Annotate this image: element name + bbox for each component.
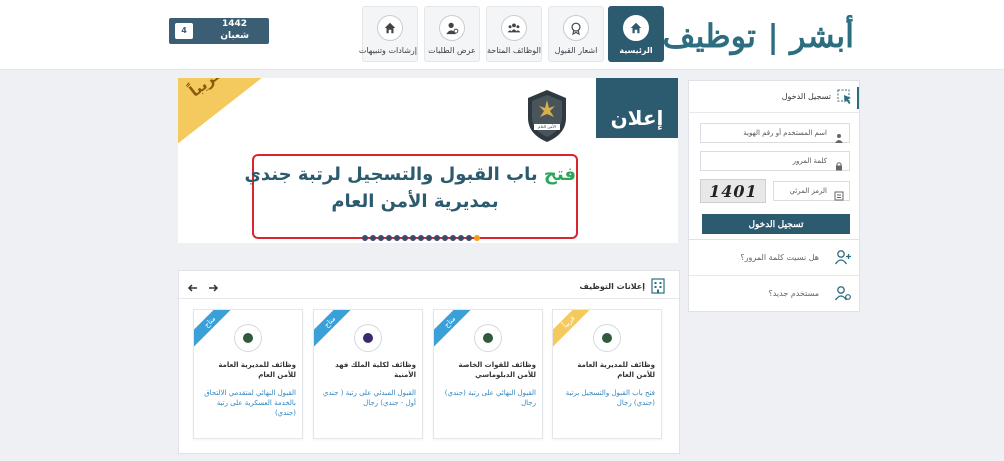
banner-headline-box: فتح باب القبول والتسجيل لرتبة جندي بمدير…: [244, 154, 578, 239]
slide-dot[interactable]: [442, 235, 448, 241]
login-panel: تسجيل الدخول اسم المستخدم أو رقم الهوية …: [687, 80, 860, 240]
slide-dot[interactable]: [450, 235, 456, 241]
slide-dot[interactable]: [426, 235, 432, 241]
job-card-title: وظائف للقوات الخاصة للأمن الدبلوماسي: [458, 361, 536, 379]
lock-icon: [834, 156, 844, 171]
slide-dot[interactable]: [418, 235, 424, 241]
slide-dot[interactable]: [362, 235, 368, 241]
job-card[interactable]: متاح وظائف للمديرية العامة للأمن العام ا…: [193, 309, 303, 439]
nav-guidelines-alerts[interactable]: إرشادات وتنبيهات: [358, 6, 418, 62]
nav-label: عرض الطلبات: [428, 46, 476, 55]
absher-tawzif-logo[interactable]: أبشر | توظيف: [662, 12, 856, 60]
status-badge: متاح: [314, 310, 357, 349]
emblem-caption: الأمن العام: [538, 124, 556, 129]
captcha-image: 1401: [700, 179, 766, 203]
nav-view-applications[interactable]: عرض الطلبات: [424, 6, 480, 62]
building-icon: [651, 278, 665, 294]
hijri-date-box: 4 1442 شعبان: [169, 18, 269, 44]
login-title: تسجيل الدخول: [781, 92, 831, 101]
slide-dot[interactable]: [378, 235, 384, 241]
nav-label: الوظائف المتاحة: [486, 46, 541, 55]
job-card-title: وظائف للمديرية العامة للأمن العام: [218, 361, 296, 379]
date-year: 1442: [221, 19, 247, 29]
forgot-password-text: هل نسيت كلمة المرور؟: [740, 253, 819, 262]
agency-logo: [474, 324, 502, 352]
nav-acceptance-notice[interactable]: اشعار القبول: [548, 6, 604, 62]
date-month: شعبان: [220, 31, 249, 41]
home-icon: [623, 15, 649, 41]
job-card[interactable]: متاح وظائف للقوات الخاصة للأمن الدبلوماس…: [433, 309, 543, 439]
job-announcements-title: إعلانات التوظيف: [579, 282, 645, 291]
job-card-title: وظائف لكلية الملك فهد الأمنية: [335, 361, 416, 379]
status-badge: قريباً: [553, 310, 596, 349]
agency-logo: [354, 324, 382, 352]
nav-label: إرشادات وتنبيهات: [358, 46, 417, 55]
ribbon-text: قريباً: [186, 78, 226, 101]
slide-dot[interactable]: [402, 235, 408, 241]
slide-dot[interactable]: [434, 235, 440, 241]
arrow-right-icon[interactable]: [207, 279, 219, 292]
coming-soon-ribbon: قريباً: [178, 78, 310, 145]
slide-dot[interactable]: [394, 235, 400, 241]
captcha-placeholder: الرمز المرئي: [789, 187, 827, 195]
slide-indicator: [362, 235, 482, 241]
job-card-description: فتح باب القبول والتسجيل برتبة (جندي) رجا…: [565, 389, 655, 407]
headline-highlight: فتح: [543, 164, 576, 185]
password-field[interactable]: كلمة المرور: [700, 151, 850, 171]
job-card[interactable]: متاح وظائف لكلية الملك فهد الأمنية القبو…: [313, 309, 423, 439]
new-user-text: مستخدم جديد؟: [768, 289, 819, 298]
status-badge: متاح: [434, 310, 477, 349]
slide-dot[interactable]: [386, 235, 392, 241]
job-card-title: وظائف للمديرية العامة للأمن العام: [577, 361, 655, 379]
nav-label: اشعار القبول: [554, 46, 598, 55]
people-icon: [501, 15, 527, 41]
agency-logo: [234, 324, 262, 352]
login-button[interactable]: تسجيل الدخول: [702, 214, 850, 234]
job-card-description: القبول المبدئي على رتبة ( جندي أول - جند…: [322, 389, 416, 407]
date-day: 4: [175, 23, 193, 39]
password-placeholder: كلمة المرور: [792, 157, 827, 165]
agency-logo: [593, 324, 621, 352]
nav-home[interactable]: الرئيسية: [608, 6, 664, 62]
new-user-link[interactable]: مستخدم جديد؟: [689, 276, 859, 312]
headline-line-2: بمديرية الأمن العام: [331, 191, 499, 212]
announcement-badge-text: إعلان: [610, 106, 664, 130]
user-icon: [834, 128, 844, 143]
user-gear-icon: [439, 15, 465, 41]
announcement-banner[interactable]: قريباً إعلان الأمن العام فتح باب القبول …: [178, 78, 678, 243]
captcha-text: 1401: [706, 182, 760, 201]
slide-dot[interactable]: [474, 235, 480, 241]
headline-line-1: فتح باب القبول والتسجيل لرتبة جندي: [244, 164, 576, 185]
slide-dot[interactable]: [458, 235, 464, 241]
job-announcements-header: إعلانات التوظيف: [179, 271, 679, 299]
job-announcements-panel: إعلانات التوظيف قريباً وظائف للمديرية ال…: [178, 270, 680, 454]
captcha-icon: [834, 186, 844, 201]
arrow-left-icon[interactable]: [187, 279, 199, 292]
job-card-description: القبول النهائي لمتقدمي الالتحاق بالخدمة …: [204, 389, 296, 417]
user-settings-icon: [834, 284, 852, 302]
job-card-description: القبول النهائي على رتبة (جندي) رجال: [444, 389, 536, 407]
pointer-login-icon: [837, 89, 853, 105]
home-icon: [377, 15, 403, 41]
username-placeholder: اسم المستخدم أو رقم الهوية: [743, 129, 827, 137]
job-card[interactable]: قريباً وظائف للمديرية العامة للأمن العام…: [552, 309, 662, 439]
active-indicator: [857, 87, 859, 109]
account-help-panel: هل نسيت كلمة المرور؟ مستخدم جديد؟: [688, 240, 860, 312]
captcha-field[interactable]: الرمز المرئي: [773, 181, 850, 201]
top-header: أبشر | توظيف الرئيسية اشعار القبول الوظا…: [0, 0, 1004, 70]
status-badge: متاح: [194, 310, 237, 349]
forgot-password-link[interactable]: هل نسيت كلمة المرور؟: [689, 240, 859, 276]
nav-available-jobs[interactable]: الوظائف المتاحة: [486, 6, 542, 62]
headline-line-1-text: باب القبول والتسجيل لرتبة جندي: [244, 164, 538, 185]
username-field[interactable]: اسم المستخدم أو رقم الهوية: [700, 123, 850, 143]
announcement-badge: إعلان: [596, 78, 678, 138]
slide-dot[interactable]: [370, 235, 376, 241]
add-user-icon: [834, 248, 852, 266]
slide-dot[interactable]: [466, 235, 472, 241]
nav-label: الرئيسية: [619, 46, 653, 55]
certificate-icon: [563, 15, 589, 41]
slide-dot[interactable]: [410, 235, 416, 241]
login-header: تسجيل الدخول: [687, 81, 859, 113]
public-security-emblem: الأمن العام: [522, 86, 572, 144]
